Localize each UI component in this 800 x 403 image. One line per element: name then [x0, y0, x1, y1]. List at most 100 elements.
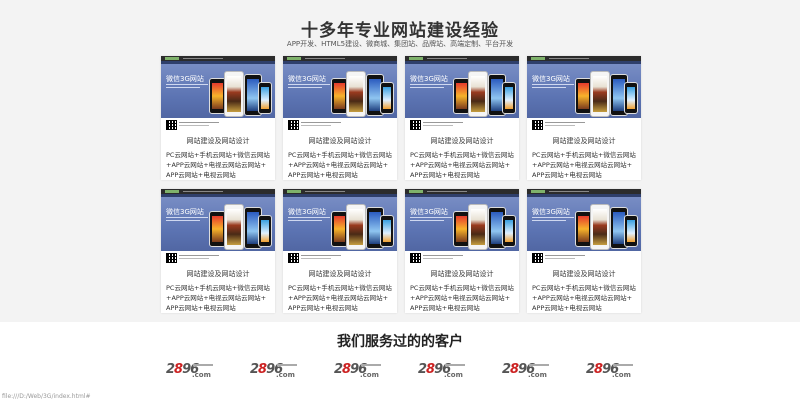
portfolio-thumbnail[interactable]: 微信3G网站	[527, 56, 641, 130]
qr-code-icon	[166, 120, 177, 130]
thumbnail-band	[283, 61, 397, 64]
phone-image	[224, 204, 244, 250]
qr-code-icon	[288, 253, 299, 263]
qr-code-icon	[532, 253, 543, 263]
client-logo-tagline	[445, 364, 465, 366]
thumbnail-logo	[409, 57, 423, 60]
thumbnail-heading: 微信3G网站	[532, 208, 570, 216]
portfolio-card[interactable]: 微信3G网站 网站建设及网站设计 PC云网站+手机云网站+微信云网站+APP云网…	[161, 56, 275, 180]
card-title[interactable]: 网站建设及网站设计	[405, 136, 519, 146]
portfolio-thumbnail[interactable]: 微信3G网站	[283, 189, 397, 263]
card-title[interactable]: 网站建设及网站设计	[527, 136, 641, 146]
thumbnail-footer-text	[545, 255, 585, 256]
thumbnail-footer	[527, 251, 641, 263]
portfolio-thumbnail[interactable]: 微信3G网站	[283, 56, 397, 130]
thumbnail-footer-text	[179, 255, 219, 256]
thumbnail-band	[527, 61, 641, 64]
card-title[interactable]: 网站建设及网站设计	[527, 269, 641, 279]
phone-image	[258, 82, 272, 114]
thumbnail-footer-text	[301, 125, 331, 126]
phone-image	[346, 204, 366, 250]
client-logo-tagline	[613, 364, 633, 366]
portfolio-grid: 微信3G网站 网站建设及网站设计 PC云网站+手机云网站+微信云网站+APP云网…	[161, 56, 641, 313]
phone-image	[502, 82, 516, 114]
thumbnail-caption	[410, 220, 444, 221]
thumbnail-footer	[283, 118, 397, 130]
portfolio-thumbnail[interactable]: 微信3G网站	[405, 189, 519, 263]
thumbnail-heading: 微信3G网站	[288, 75, 326, 83]
clients-title: 我们服务过的的客户	[337, 334, 463, 350]
thumbnail-heading: 微信3G网站	[532, 75, 570, 83]
portfolio-card[interactable]: 微信3G网站 网站建设及网站设计 PC云网站+手机云网站+微信云网站+APP云网…	[527, 56, 641, 180]
thumbnail-footer-text	[423, 122, 463, 123]
thumbnail-logo	[409, 190, 423, 193]
phone-image	[590, 71, 610, 117]
thumbnail-heading: 微信3G网站	[166, 208, 204, 216]
section-subtitle: APP开发、HTML5建设、微商城、集团站、品牌站、高端定制、平台开发	[286, 40, 514, 48]
thumbnail-logo	[531, 57, 545, 60]
portfolio-card[interactable]: 微信3G网站 网站建设及网站设计 PC云网站+手机云网站+微信云网站+APP云网…	[161, 189, 275, 313]
client-logo[interactable]: 2896 .com	[250, 360, 300, 384]
thumbnail-nav	[305, 58, 345, 59]
thumbnail-nav	[427, 191, 467, 192]
thumbnail-heading: 微信3G网站	[288, 208, 326, 216]
portfolio-thumbnail[interactable]: 微信3G网站	[405, 56, 519, 130]
client-logo[interactable]: 2896 .com	[502, 360, 552, 384]
card-title[interactable]: 网站建设及网站设计	[161, 136, 275, 146]
portfolio-card[interactable]: 微信3G网站 网站建设及网站设计 PC云网站+手机云网站+微信云网站+APP云网…	[405, 189, 519, 313]
status-bar-url: file:///D:/Web/3G/index.html#	[2, 393, 91, 400]
thumbnail-caption	[532, 87, 566, 88]
qr-code-icon	[410, 253, 421, 263]
client-logo-tagline	[361, 364, 381, 366]
thumbnail-band	[161, 61, 275, 64]
qr-code-icon	[410, 120, 421, 130]
thumbnail-footer	[161, 251, 275, 263]
thumbnail-caption	[166, 220, 200, 221]
thumbnail-footer-text	[179, 258, 209, 259]
card-description: PC云网站+手机云网站+微信云网站+APP云网站+电视云网站云网站+APP云网站…	[532, 284, 636, 312]
thumbnail-footer-text	[545, 122, 585, 123]
portfolio-card[interactable]: 微信3G网站 网站建设及网站设计 PC云网站+手机云网站+微信云网站+APP云网…	[283, 56, 397, 180]
thumbnail-logo	[165, 57, 179, 60]
phone-image	[258, 215, 272, 247]
thumbnail-nav	[549, 58, 589, 59]
thumbnail-caption	[410, 217, 452, 218]
thumbnail-caption	[410, 87, 444, 88]
thumbnail-footer-text	[301, 122, 341, 123]
portfolio-card[interactable]: 微信3G网站 网站建设及网站设计 PC云网站+手机云网站+微信云网站+APP云网…	[527, 189, 641, 313]
portfolio-thumbnail[interactable]: 微信3G网站	[527, 189, 641, 263]
thumbnail-footer-text	[423, 125, 453, 126]
client-logo-suffix: .com	[192, 371, 211, 379]
thumbnail-caption	[166, 84, 208, 85]
portfolio-card[interactable]: 微信3G网站 网站建设及网站设计 PC云网站+手机云网站+微信云网站+APP云网…	[405, 56, 519, 180]
portfolio-thumbnail[interactable]: 微信3G网站	[161, 189, 275, 263]
card-title[interactable]: 网站建设及网站设计	[405, 269, 519, 279]
thumbnail-footer-text	[301, 258, 331, 259]
card-title[interactable]: 网站建设及网站设计	[283, 136, 397, 146]
thumbnail-caption	[410, 84, 452, 85]
phone-image	[224, 71, 244, 117]
client-logo[interactable]: 2896 .com	[166, 360, 216, 384]
portfolio-card[interactable]: 微信3G网站 网站建设及网站设计 PC云网站+手机云网站+微信云网站+APP云网…	[283, 189, 397, 313]
card-title[interactable]: 网站建设及网站设计	[283, 269, 397, 279]
thumbnail-caption	[166, 87, 200, 88]
card-description: PC云网站+手机云网站+微信云网站+APP云网站+电视云网站云网站+APP云网站…	[410, 284, 514, 312]
portfolio-thumbnail[interactable]: 微信3G网站	[161, 56, 275, 130]
client-logo[interactable]: 2896 .com	[418, 360, 468, 384]
client-logo-suffix: .com	[276, 371, 295, 379]
thumbnail-logo	[287, 57, 301, 60]
card-title[interactable]: 网站建设及网站设计	[161, 269, 275, 279]
client-logo-suffix: .com	[444, 371, 463, 379]
thumbnail-caption	[288, 220, 322, 221]
client-logo[interactable]: 2896 .com	[334, 360, 384, 384]
phone-image	[468, 71, 488, 117]
client-logo-tagline	[277, 364, 297, 366]
thumbnail-logo	[165, 190, 179, 193]
qr-code-icon	[166, 253, 177, 263]
client-logo[interactable]: 2896 .com	[586, 360, 636, 384]
thumbnail-heading: 微信3G网站	[410, 208, 448, 216]
thumbnail-logo	[287, 190, 301, 193]
client-logo-suffix: .com	[612, 371, 631, 379]
thumbnail-nav	[549, 191, 589, 192]
thumbnail-footer-text	[545, 125, 575, 126]
